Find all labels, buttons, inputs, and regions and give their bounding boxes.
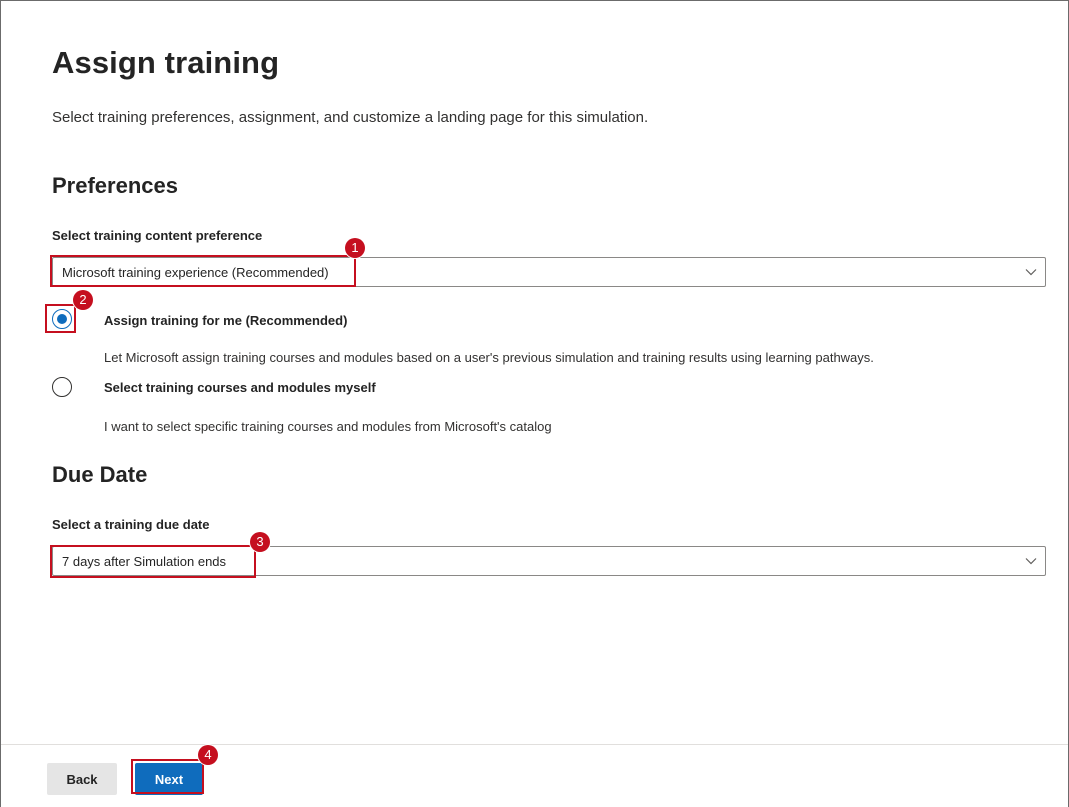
preferences-section-title: Preferences	[52, 173, 178, 198]
chevron-down-icon	[1025, 269, 1037, 276]
window-frame: Assign training Select training preferen…	[0, 0, 1069, 807]
training-content-dropdown[interactable]: Microsoft training experience (Recommend…	[52, 257, 1046, 287]
option-assign-for-me-label: Assign training for me (Recommended)	[104, 313, 348, 328]
due-date-dropdown[interactable]: 7 days after Simulation ends	[52, 546, 1046, 576]
footer-bar: Back Next	[1, 744, 1068, 807]
page-title: Assign training	[52, 45, 280, 80]
option-select-myself-description: I want to select specific training cours…	[104, 419, 552, 434]
option-select-myself-label: Select training courses and modules myse…	[104, 380, 376, 395]
chevron-down-icon	[1025, 558, 1037, 565]
due-date-value: 7 days after Simulation ends	[62, 554, 227, 569]
page-description: Select training preferences, assignment,…	[52, 109, 649, 126]
next-button[interactable]: Next	[135, 763, 203, 795]
due-date-label: Select a training due date	[52, 517, 210, 532]
back-button[interactable]: Back	[47, 763, 117, 795]
due-date-section-title: Due Date	[52, 462, 148, 487]
training-content-label: Select training content preference	[52, 228, 263, 243]
callout-badge-1: 1	[345, 238, 365, 258]
radio-assign-for-me[interactable]	[52, 309, 72, 329]
callout-badge-2: 2	[73, 290, 93, 310]
radio-select-myself[interactable]	[52, 377, 72, 397]
callout-badge-4: 4	[198, 745, 218, 765]
option-assign-for-me-description: Let Microsoft assign training courses an…	[104, 350, 874, 365]
training-content-value: Microsoft training experience (Recommend…	[62, 265, 329, 280]
callout-badge-3: 3	[250, 532, 270, 552]
